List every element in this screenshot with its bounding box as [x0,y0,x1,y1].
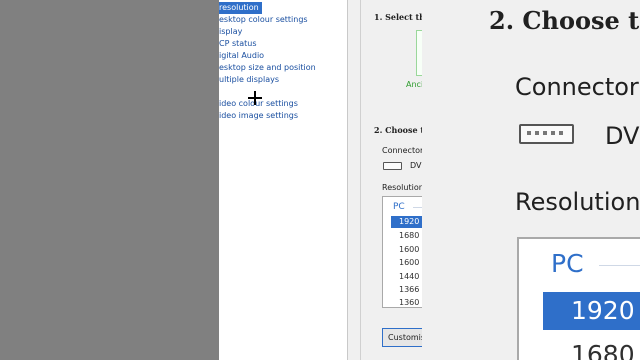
zoom-resolution-row[interactable]: 1920 : [543,292,640,330]
nav-item-display[interactable]: isplay [219,26,242,38]
resolution-row[interactable]: 1920 : [391,216,422,228]
step1-heading: 1. Select the [374,12,422,22]
nav-item-video-image[interactable]: ideo image settings [219,110,298,122]
zoom-group-divider [599,265,640,266]
zoom-connector-value: DVI [605,122,640,150]
step2-heading: 2. Choose th [374,125,422,135]
background-left [0,0,219,360]
zoom-resolution-row[interactable]: 1680 : [543,336,640,360]
nav-item-resolution[interactable]: resolution [219,2,262,14]
zoom-connector-label: Connector: [515,73,640,101]
zoom-dvi-connector-icon [519,124,574,144]
group-divider [413,207,422,208]
dvi-connector-icon [383,162,402,170]
nav-item-digital-audio[interactable]: igital Audio [219,50,264,62]
resolution-row[interactable]: 1440 : [391,271,422,283]
connector-value: DV [410,161,422,170]
zoom-heading: 2. Choose th [489,6,640,35]
nav-item-desktop-size[interactable]: esktop size and position [219,62,316,74]
resolution-row[interactable]: 1360 : [391,297,422,307]
resolution-row[interactable]: 1366 : [391,284,422,296]
connector-label: Connector: [382,146,422,155]
resolution-row[interactable]: 1680 : [391,230,422,242]
resolution-row[interactable]: 1600 : [391,257,422,269]
zoom-resolution-list[interactable]: PC 1920 : 1680 : [517,237,640,360]
nav-panel: resolution esktop colour settings isplay… [219,0,347,360]
crosshair-cursor-icon [248,91,262,105]
panel-gutter [348,0,360,360]
zoom-resolution-label: Resolution: [515,188,640,216]
monitor-label: Ancie [406,80,422,89]
resolution-group-pc: PC [393,202,405,212]
nav-item-desktop-colour[interactable]: esktop colour settings [219,14,308,26]
content-panel: 1. Select the Ancie 2. Choose th Connect… [360,0,422,360]
customise-button[interactable]: Customise [382,328,422,347]
zoom-panel: 2. Choose th Connector: DVI Resolution: … [422,0,640,360]
zoom-resolution-group-pc: PC [551,249,584,278]
resolution-row[interactable]: 1600 : [391,244,422,256]
nav-item-hdcp-status[interactable]: CP status [219,38,257,50]
resolution-label: Resolution: [382,183,422,192]
nav-item-multiple-displays[interactable]: ultiple displays [219,74,279,86]
resolution-list[interactable]: PC 1920 : 1680 : 1600 : 1600 : 1440 : 13… [382,196,422,308]
